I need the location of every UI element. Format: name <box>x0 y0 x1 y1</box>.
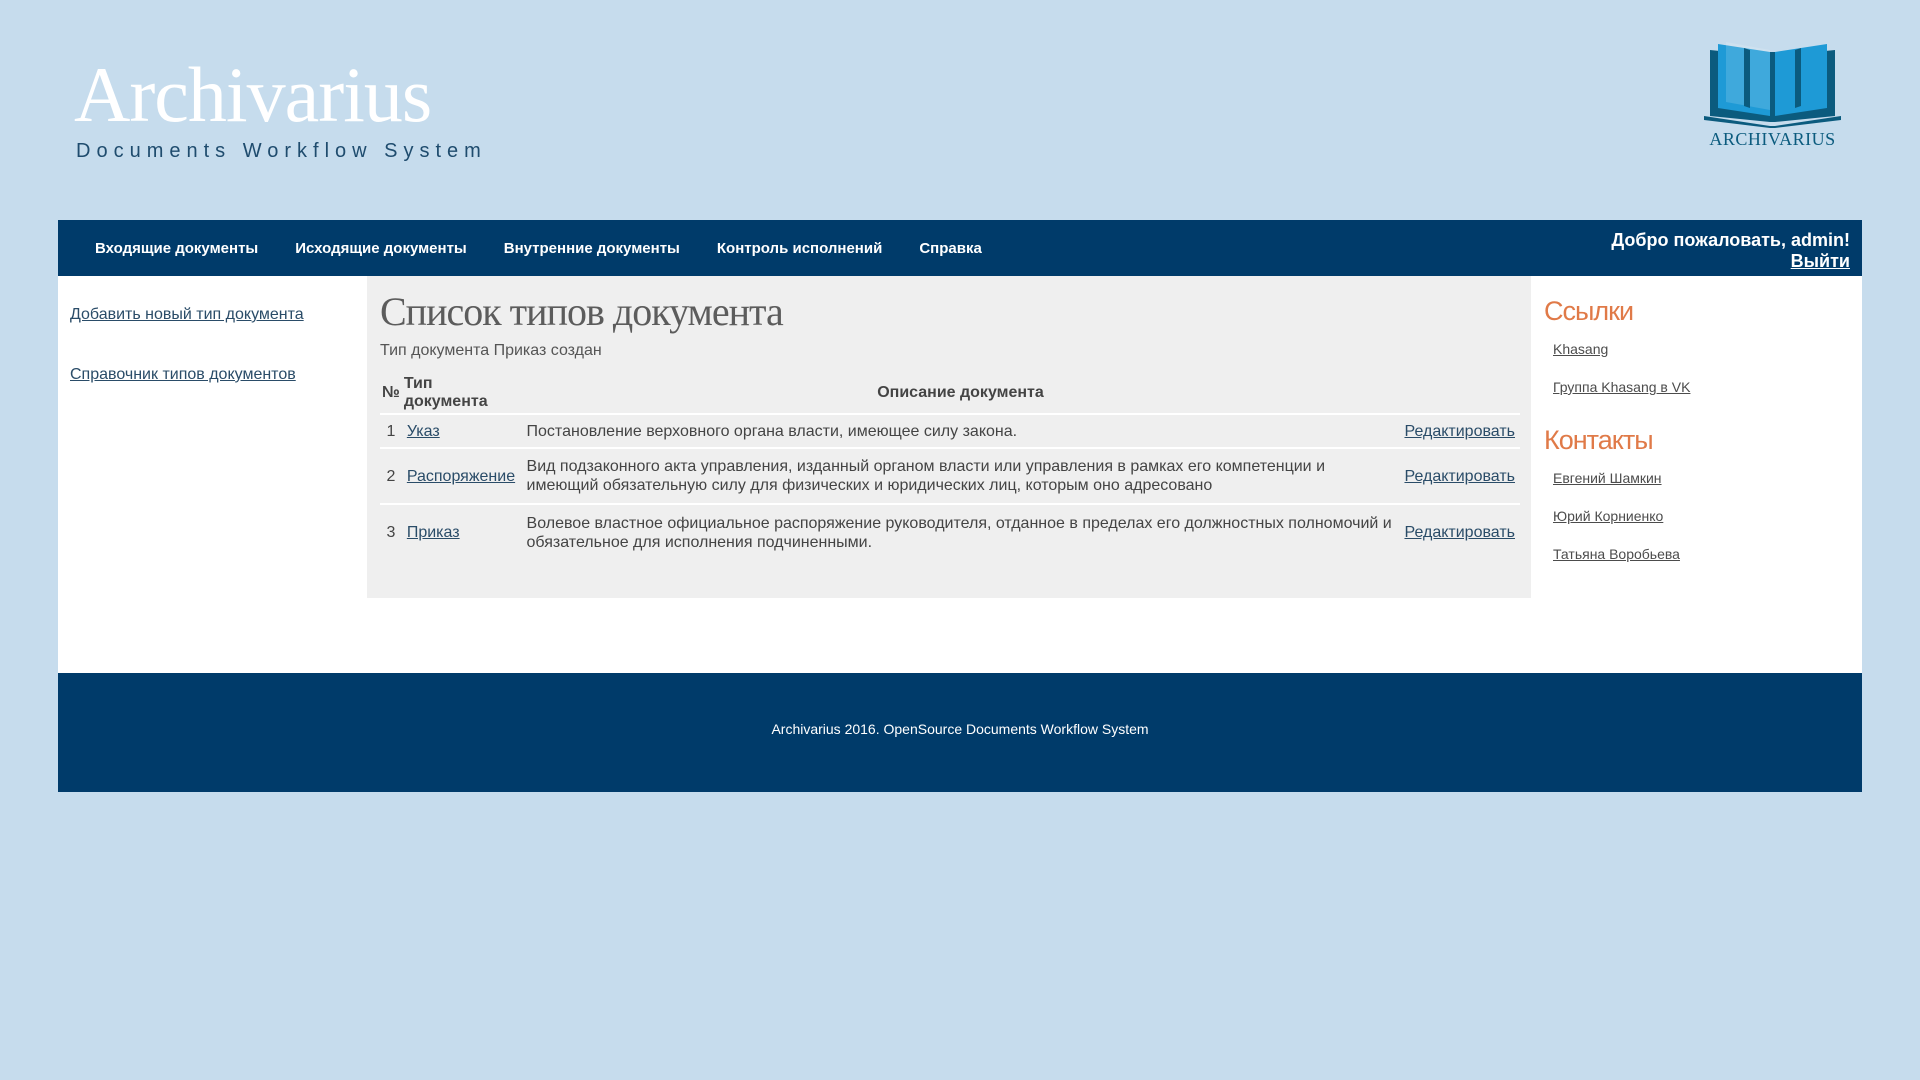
nav-item-outgoing[interactable]: Исходящие документы <box>295 240 467 257</box>
left-sidebar: Добавить новый тип документа Справочник … <box>70 306 304 384</box>
welcome-block: Добро пожаловать, admin! Выйти <box>1611 230 1850 272</box>
row-action-cell: Редактировать <box>1399 448 1520 505</box>
nav-item-help[interactable]: Справка <box>919 240 981 257</box>
site-logo-title[interactable]: Archivarius <box>74 56 432 134</box>
link-khasang[interactable]: Khasang <box>1553 341 1844 357</box>
row-num: 1 <box>380 414 402 449</box>
site-logo-subtitle: Documents Workflow System <box>76 140 487 162</box>
main-panel: Список типов документа Тип документа При… <box>367 276 1531 598</box>
nav-item-incoming[interactable]: Входящие документы <box>95 240 258 257</box>
doc-types-directory-link[interactable]: Справочник типов документов <box>70 366 304 384</box>
welcome-text: Добро пожаловать, admin! <box>1611 230 1850 250</box>
page-title: Список типов документа <box>380 289 784 334</box>
row-num: 3 <box>386 524 396 541</box>
doc-types-table: № Тип документа Описание документа 1 Ука… <box>380 373 1520 560</box>
column-header-description: Описание документа <box>521 373 1400 415</box>
footer-text: Archivarius 2016. OpenSource Documents W… <box>771 721 1149 737</box>
row-action-cell: Редактировать <box>1399 504 1520 560</box>
doc-type-link[interactable]: Указ <box>407 423 440 440</box>
nav-item-control[interactable]: Контроль исполнений <box>717 240 882 257</box>
row-type-cell: Распоряжение <box>401 448 522 505</box>
logout-link[interactable]: Выйти <box>1791 251 1850 271</box>
row-type-cell: Указ <box>401 414 522 449</box>
doc-type-link[interactable]: Распоряжение <box>407 468 515 485</box>
row-action-cell: Редактировать <box>1399 414 1520 449</box>
right-sidebar: Ссылки Khasang Группа Khasang в VK Конта… <box>1544 296 1844 562</box>
link-khasang-vk[interactable]: Группа Khasang в VK <box>1553 379 1844 395</box>
edit-link[interactable]: Редактировать <box>1404 524 1515 541</box>
contact-link[interactable]: Юрий Корниенко <box>1553 508 1844 524</box>
row-description: Вид подзаконного акта управления, изданн… <box>521 448 1400 505</box>
nav-items: Входящие документы Исходящие документы В… <box>95 220 982 276</box>
edit-link[interactable]: Редактировать <box>1404 423 1515 440</box>
logo-caption: ARCHIVARIUS <box>1709 129 1836 149</box>
main-nav: Входящие документы Исходящие документы В… <box>58 220 1862 276</box>
table-row: 1 Указ Постановление верховного органа в… <box>380 414 1520 449</box>
row-num: 2 <box>380 448 402 505</box>
add-doc-type-link[interactable]: Добавить новый тип документа <box>70 306 304 324</box>
site-header: Archivarius Documents Workflow System AR… <box>0 0 1920 220</box>
row-type-cell: Приказ <box>402 504 522 560</box>
content-area: Добавить новый тип документа Справочник … <box>58 276 1862 673</box>
book-logo-icon[interactable]: ARCHIVARIUS <box>1700 42 1845 150</box>
table-header-row: № Тип документа Описание документа <box>380 373 1520 415</box>
table-row: 3 Приказ Волевое властное официальное ра… <box>380 504 1520 560</box>
contact-link[interactable]: Евгений Шамкин <box>1553 470 1844 486</box>
column-header-type: Тип документа <box>401 373 522 415</box>
table-row: 2 Распоряжение Вид подзаконного акта упр… <box>380 448 1520 505</box>
links-heading: Ссылки <box>1544 296 1634 326</box>
row-description: Постановление верховного органа власти, … <box>521 414 1400 449</box>
column-header-num: № <box>380 373 402 415</box>
row-description: Волевое властное официальное распоряжени… <box>526 514 1392 551</box>
contact-link[interactable]: Татьяна Воробьева <box>1553 546 1844 562</box>
edit-link[interactable]: Редактировать <box>1404 468 1515 485</box>
status-message: Тип документа Приказ создан <box>380 342 602 359</box>
nav-item-internal[interactable]: Внутренние документы <box>504 240 680 257</box>
site-footer: Archivarius 2016. OpenSource Documents W… <box>58 673 1862 792</box>
contacts-heading: Контакты <box>1544 425 1654 455</box>
column-header-action <box>1399 373 1520 415</box>
doc-type-link[interactable]: Приказ <box>407 524 460 541</box>
